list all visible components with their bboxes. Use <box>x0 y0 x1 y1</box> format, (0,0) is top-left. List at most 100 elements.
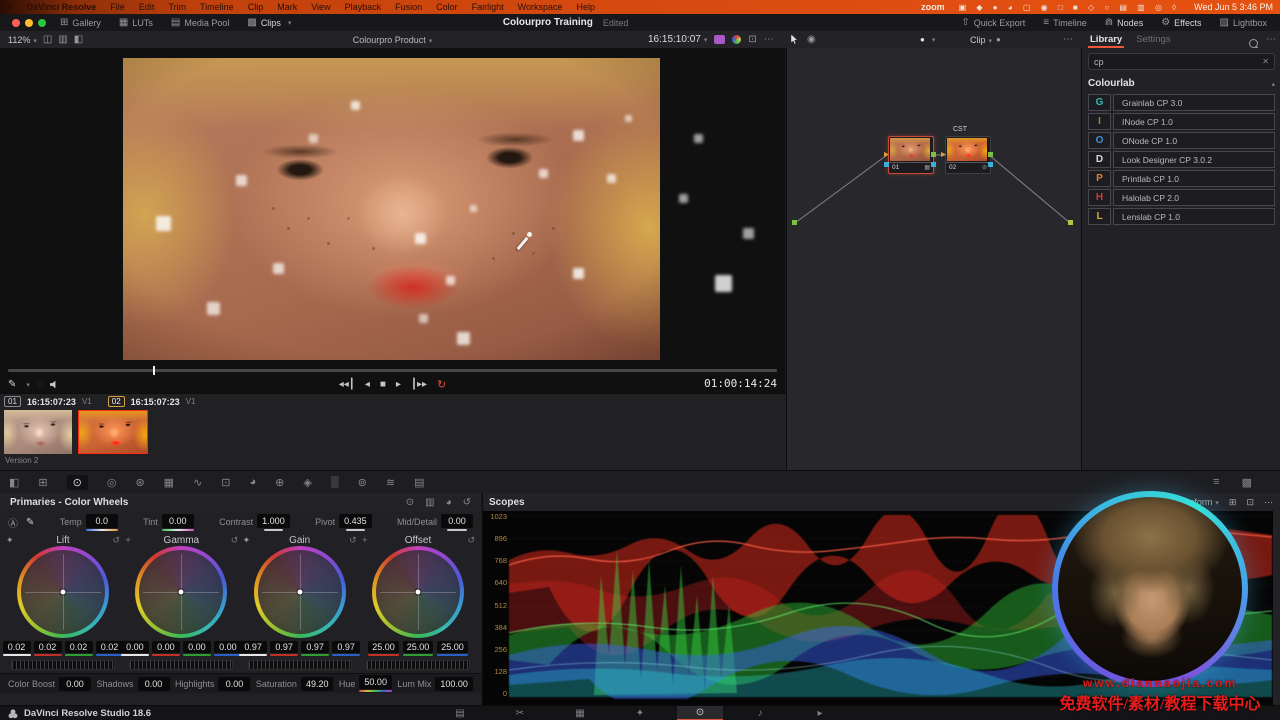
lift-b-value[interactable]: 0.02 <box>96 641 124 653</box>
page-cut-icon[interactable]: ✂ <box>497 706 543 720</box>
scope-grid-icon[interactable]: ⊞ <box>1229 497 1237 508</box>
gamma-wheel[interactable] <box>135 546 227 638</box>
primaries-wheels-view-icon[interactable]: ⊙ <box>406 497 414 508</box>
node-tree-output-port[interactable] <box>1068 220 1073 225</box>
node-graph-panel[interactable]: 01 ▦ CST 02 ⊘ <box>786 48 1081 470</box>
node-02-rgb-output[interactable] <box>988 152 993 157</box>
source-input-port[interactable] <box>792 220 797 225</box>
node-view-select[interactable]: Clip▾ <box>970 35 992 45</box>
color-match-icon[interactable]: ⊞ <box>38 476 47 489</box>
motion-effects-icon[interactable]: ▦ <box>164 476 174 489</box>
library-options-icon[interactable]: ⋯ <box>1266 35 1276 45</box>
clip-01-badge[interactable]: 01 <box>4 396 21 407</box>
menu-help[interactable]: Help <box>577 2 596 12</box>
pivot-control[interactable]: Pivot 0.435 <box>315 514 372 531</box>
offset-b-value[interactable]: 25.00 <box>437 641 468 653</box>
camera-raw-icon[interactable]: ◧ <box>9 476 19 489</box>
menu-file[interactable]: File <box>110 2 125 12</box>
page-fusion-icon[interactable]: ✦ <box>617 706 663 720</box>
playhead[interactable] <box>153 366 155 375</box>
gain-luminance-icon[interactable]: ✦ <box>243 535 251 546</box>
primaries-log-view-icon[interactable]: ◕ <box>446 497 452 508</box>
gain-master-wheel[interactable] <box>248 660 352 670</box>
library-item-halolab[interactable]: H Halolab CP 2.0 <box>1088 189 1275 206</box>
key-icon[interactable]: ⊚ <box>358 476 367 489</box>
close-traffic-light[interactable] <box>12 19 20 27</box>
clips-button[interactable]: ▩Clips▾ <box>247 18 291 28</box>
viewer-scrubber[interactable] <box>8 369 777 372</box>
menubar-status-icons[interactable]: ▣ ◆ ● ◕ ▢ ◉ □ ■ ◇ ○ ▤ ▥ ◎ ◊ <box>959 3 1181 12</box>
lightbox-button[interactable]: ▨Lightbox <box>1220 18 1267 28</box>
viewer-image[interactable] <box>123 58 660 360</box>
lift-g-value[interactable]: 0.02 <box>65 641 93 653</box>
clip-01-thumbnail[interactable] <box>4 410 72 454</box>
gain-wheel[interactable] <box>254 546 346 638</box>
offset-reset-icon[interactable]: ↺ <box>467 535 475 546</box>
primaries-bars-view-icon[interactable]: ▥ <box>425 497 434 508</box>
media-pool-button[interactable]: ▤Media Pool <box>171 18 229 28</box>
lift-master-wheel[interactable] <box>11 660 115 670</box>
gamma-y-value[interactable]: 0.00 <box>121 641 149 653</box>
node-01[interactable]: 01 ▦ <box>888 136 934 174</box>
loop-icon[interactable]: ↻ <box>437 378 446 391</box>
menubar-clock[interactable]: Wed Jun 5 3:46 PM <box>1194 2 1273 12</box>
lift-luminance-icon[interactable]: ✦ <box>6 535 14 546</box>
nodes-options-icon[interactable]: ⋯ <box>1063 35 1073 45</box>
library-item-inode[interactable]: I INode CP 1.0 <box>1088 113 1275 130</box>
offset-g-value[interactable]: 25.00 <box>403 641 434 653</box>
menu-view[interactable]: View <box>311 2 330 12</box>
scope-expand-icon[interactable]: ⊡ <box>1246 497 1254 508</box>
saturation-control[interactable]: Saturation 49.20 <box>256 677 334 691</box>
sizing-icon[interactable]: ≋ <box>386 476 395 489</box>
power-window-icon[interactable]: ◕ <box>250 476 257 488</box>
node-02-key-output[interactable] <box>988 162 993 167</box>
offset-r-value[interactable]: 25.00 <box>368 641 399 653</box>
menu-playback[interactable]: Playback <box>345 2 382 12</box>
library-item-onode[interactable]: O ONode CP 1.0 <box>1088 132 1275 149</box>
library-item-printlab[interactable]: P Printlab CP 1.0 <box>1088 170 1275 187</box>
lum-mix-control[interactable]: Lum Mix 100.00 <box>397 677 473 691</box>
step-back-icon[interactable]: ◂ <box>365 380 370 390</box>
curves-icon[interactable]: ∿ <box>193 476 202 489</box>
lift-reset-icon[interactable]: ↺ <box>112 535 120 546</box>
gamma-r-value[interactable]: 0.00 <box>152 641 180 653</box>
menu-fairlight[interactable]: Fairlight <box>472 2 504 12</box>
offset-master-wheel[interactable] <box>366 660 470 670</box>
auto-balance-icon[interactable]: Ⓐ <box>8 515 18 530</box>
gallery-button[interactable]: ⊞Gallery <box>60 18 101 28</box>
clip-02-badge[interactable]: 02 <box>108 396 125 407</box>
gamma-reset-icon[interactable]: ↺ <box>231 535 239 546</box>
nodes-button[interactable]: ⋒Nodes <box>1105 18 1143 28</box>
gain-r-value[interactable]: 0.97 <box>270 641 298 653</box>
lift-r-value[interactable]: 0.02 <box>34 641 62 653</box>
menu-clip[interactable]: Clip <box>248 2 264 12</box>
keyframes-panel-icon[interactable]: ≡ <box>1213 476 1219 488</box>
gamma-b-value[interactable]: 0.00 <box>214 641 242 653</box>
offset-luminance-icon[interactable]: ✦ <box>361 535 369 546</box>
tab-settings[interactable]: Settings <box>1136 34 1170 45</box>
gamma-luminance-icon[interactable]: ✦ <box>124 535 132 546</box>
apple-menu-icon[interactable]: ● <box>7 2 12 12</box>
quick-export-button[interactable]: ⇧Quick Export <box>961 18 1025 28</box>
menu-workspace[interactable]: Workspace <box>518 2 563 12</box>
node-01-key-input[interactable] <box>884 162 889 167</box>
lift-y-value[interactable]: 0.02 <box>3 641 31 653</box>
menu-trim[interactable]: Trim <box>168 2 186 12</box>
qualifier-icon[interactable]: ⊡ <box>221 476 230 489</box>
menu-edit[interactable]: Edit <box>139 2 155 12</box>
go-to-first-frame-icon[interactable]: ◂◂┃ <box>339 380 355 390</box>
tracker-icon[interactable]: ⊕ <box>275 476 284 489</box>
page-deliver-icon[interactable]: ▸ <box>797 706 843 720</box>
page-color-icon[interactable]: ⊙ <box>677 706 723 720</box>
scope-options-icon[interactable]: ⋯ <box>1264 497 1273 508</box>
temp-control[interactable]: Temp 0.0 <box>60 514 118 531</box>
clear-search-icon[interactable]: ✕ <box>1262 57 1269 66</box>
node-cache-dot[interactable]: ● <box>920 35 925 44</box>
expand-icon[interactable]: ⊡ <box>748 35 756 45</box>
library-item-grainlab[interactable]: G Grainlab CP 3.0 <box>1088 94 1275 111</box>
library-section-header[interactable]: Colourlab ▴ <box>1088 78 1275 89</box>
gain-g-value[interactable]: 0.97 <box>301 641 329 653</box>
page-media-icon[interactable]: ▤ <box>437 706 483 720</box>
hdr-wheels-icon[interactable]: ◎ <box>107 476 117 489</box>
node-01-key-output[interactable] <box>931 162 936 167</box>
